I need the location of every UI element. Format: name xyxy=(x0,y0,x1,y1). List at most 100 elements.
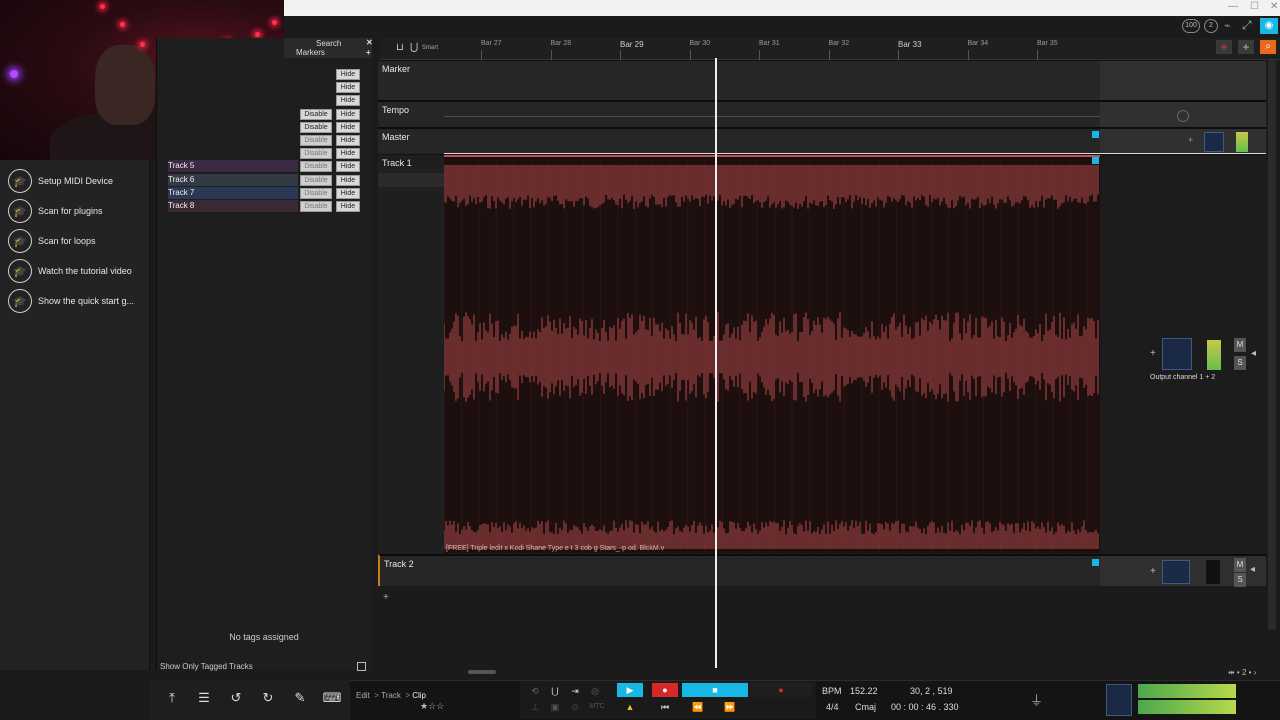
disable-button[interactable]: Disable xyxy=(300,148,332,160)
disable-button[interactable]: Disable xyxy=(300,135,332,146)
help-item-scan-loops[interactable]: 🎓 Scan for loops xyxy=(8,228,148,254)
tempo-knob[interactable] xyxy=(1177,110,1189,122)
master-lane[interactable]: + xyxy=(444,127,1266,154)
track1-solo-button[interactable]: S xyxy=(1234,356,1246,370)
rewind-icon[interactable]: ⏪ xyxy=(688,700,708,714)
menu-icon[interactable]: ☰ xyxy=(193,690,215,708)
play-mode-button[interactable]: ▶ xyxy=(617,683,643,697)
close-icon[interactable]: ✕ xyxy=(366,38,373,47)
disable-button[interactable]: Disable xyxy=(300,121,332,133)
hide-button[interactable]: Hide xyxy=(336,69,360,80)
eye-icon[interactable]: ◉ xyxy=(1260,18,1278,34)
plus-icon[interactable]: + xyxy=(366,48,371,57)
record-button[interactable]: ● xyxy=(750,683,812,697)
track2-mute-button[interactable]: M xyxy=(1234,558,1246,572)
marker-tool-icon[interactable]: ⊔ xyxy=(396,42,404,53)
record-arm-icon[interactable]: ◌ xyxy=(772,700,792,714)
add-track-icon[interactable]: + xyxy=(1216,40,1232,54)
hide-button[interactable]: Hide xyxy=(336,108,360,120)
tab-markers[interactable]: Markers xyxy=(296,48,325,57)
magnet-icon[interactable]: ⋃ xyxy=(410,42,418,53)
playhead[interactable] xyxy=(715,58,717,668)
master-output-strip[interactable] xyxy=(1106,684,1132,716)
track2-solo-button[interactable]: S xyxy=(1234,573,1246,587)
keyboard-icon[interactable]: ⌨ xyxy=(321,690,343,708)
zoom-indicator[interactable]: 100 xyxy=(1182,19,1200,33)
favorite-stars[interactable]: ★☆☆ xyxy=(420,701,444,712)
track1-mute-button[interactable]: M xyxy=(1234,338,1246,352)
wrench-icon[interactable]: ✎ xyxy=(289,690,311,708)
disable-button[interactable]: Disable xyxy=(300,174,332,186)
maximize-icon[interactable]: ☐ xyxy=(1250,1,1259,12)
hide-button[interactable]: Hide xyxy=(336,148,360,160)
show-only-tagged-toggle[interactable]: Show Only Tagged Tracks xyxy=(156,660,372,674)
horizontal-scrollbar[interactable] xyxy=(468,670,496,674)
zoom-controls[interactable]: ⇹ • 2 • › xyxy=(1228,668,1256,677)
track2-add-plugin-icon[interactable]: + xyxy=(1150,566,1156,577)
time-value[interactable]: 00 : 00 : 46 . 330 xyxy=(891,702,959,712)
breadcrumb-track[interactable]: Track xyxy=(381,691,401,700)
go-to-start-icon[interactable]: ⏮ xyxy=(655,700,675,714)
track1-channel-strip[interactable] xyxy=(1162,338,1192,370)
track2-automation-icon[interactable] xyxy=(1092,559,1099,566)
tempo-lane[interactable] xyxy=(444,100,1266,127)
track-list-item[interactable]: Track 8 xyxy=(168,200,298,212)
fullscreen-icon[interactable]: ⤢ xyxy=(1242,18,1252,33)
track1-add-plugin-icon[interactable]: + xyxy=(1150,348,1156,359)
help-item-scan-plugins[interactable]: 🎓 Scan for plugins xyxy=(8,198,148,224)
speaker-icon[interactable]: ◂ xyxy=(1251,348,1256,359)
track1-automation-icon[interactable] xyxy=(1092,157,1099,164)
track2-channel-strip[interactable] xyxy=(1162,560,1190,584)
lock-icon[interactable]: ⊥ xyxy=(528,700,542,714)
track-list-item[interactable]: Track 6 xyxy=(168,173,298,186)
record-mode-button[interactable]: ● xyxy=(652,683,678,697)
undo-icon[interactable]: ↺ xyxy=(225,690,247,708)
time-signature[interactable]: 4/4 xyxy=(826,702,839,712)
position-value[interactable]: 30, 2 , 519 xyxy=(910,686,953,696)
disable-button[interactable]: Disable xyxy=(300,108,332,120)
track-list-item[interactable]: Track 5 xyxy=(168,160,298,173)
help-item-setup-midi[interactable]: 🎓 Setup MIDI Device xyxy=(8,168,148,194)
metronome-icon[interactable]: ◎ xyxy=(588,684,602,698)
master-channel-strip[interactable] xyxy=(1204,132,1224,152)
snap-mode-label[interactable]: Smart xyxy=(422,45,438,51)
redo-icon[interactable]: ↻ xyxy=(257,690,279,708)
fast-forward-icon[interactable]: ⏩ xyxy=(720,700,740,714)
export-icon[interactable]: ⤒ xyxy=(161,690,183,708)
loop-icon[interactable]: ⟲ xyxy=(528,684,542,698)
disable-button[interactable]: Disable xyxy=(300,201,332,212)
show-only-tagged-checkbox[interactable] xyxy=(357,662,366,671)
snap-icon[interactable]: ⋃ xyxy=(548,684,562,698)
master-lane-header[interactable]: Master xyxy=(378,127,444,154)
cpu-indicator[interactable]: 2 xyxy=(1204,19,1218,33)
help-item-quick-start[interactable]: 🎓 Show the quick start g... xyxy=(8,288,148,314)
tab-search[interactable]: Search xyxy=(316,39,341,48)
timeline-ruler[interactable]: ⊔ ⋃ Smart Bar 27 Bar 28 Bar 29 Bar 30 Bar 31… xyxy=(380,38,1280,60)
stop-button[interactable]: ■ xyxy=(682,683,748,697)
midi-plug-icon[interactable]: ⏚ xyxy=(1030,690,1043,709)
vertical-scrollbar[interactable] xyxy=(1268,60,1276,630)
marker-lane[interactable] xyxy=(444,60,1266,100)
hide-button[interactable]: Hide xyxy=(336,95,360,107)
hide-button[interactable]: Hide xyxy=(336,135,360,146)
disable-button[interactable]: Disable xyxy=(300,161,332,173)
breadcrumb-clip[interactable]: Clip xyxy=(412,691,426,700)
hide-button[interactable]: Hide xyxy=(336,201,360,212)
hide-button[interactable]: Hide xyxy=(336,82,360,94)
hide-button[interactable]: Hide xyxy=(336,174,360,186)
plug-icon[interactable]: ⌁ xyxy=(1224,19,1231,32)
bpm-value[interactable]: 152.22 xyxy=(850,686,878,696)
master-add-plugin-icon[interactable]: + xyxy=(1188,135,1193,145)
add-track-plus-icon[interactable]: + xyxy=(383,592,389,603)
help-item-tutorial-video[interactable]: 🎓 Watch the tutorial video xyxy=(8,258,148,284)
close-window-icon[interactable]: ✕ xyxy=(1270,1,1278,12)
padlock-icon[interactable]: ▣ xyxy=(548,700,562,714)
disable-button[interactable]: Disable xyxy=(300,187,332,199)
hide-button[interactable]: Hide xyxy=(336,121,360,133)
track2-lane[interactable]: + M S ◂ xyxy=(444,554,1266,587)
audio-clip[interactable]: [FREE] Triple ledit x Kodi Shane Type e … xyxy=(444,155,1100,553)
marker-lane-header[interactable]: Marker xyxy=(378,60,444,100)
master-automation-icon[interactable] xyxy=(1092,131,1099,138)
track-list-item[interactable]: Track 7 xyxy=(168,186,298,199)
track2-speaker-icon[interactable]: ◂ xyxy=(1250,564,1255,575)
